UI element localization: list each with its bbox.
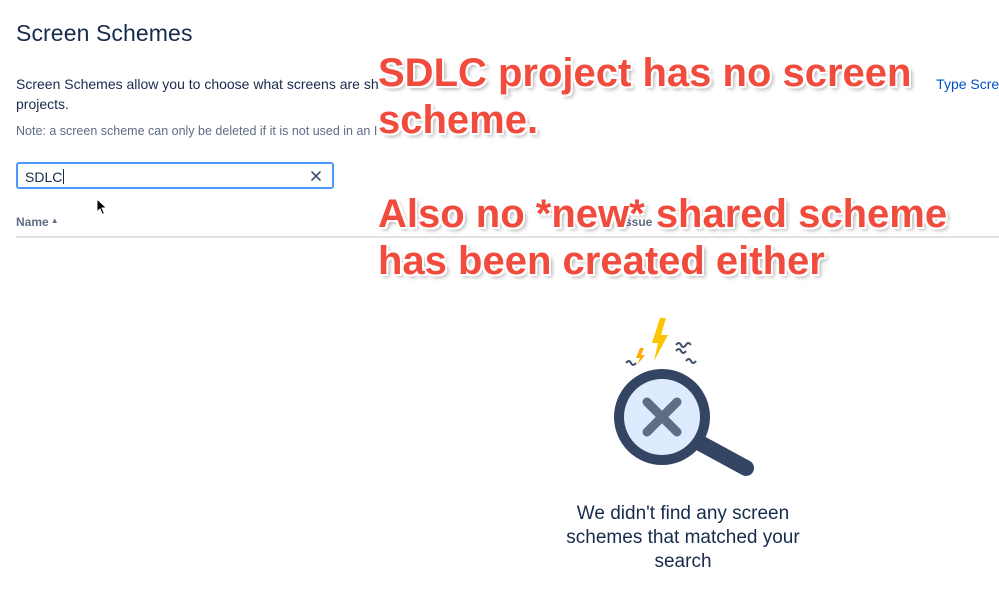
sort-ascending-icon: ▲ [50,216,59,225]
search-value: SDLC [25,169,63,185]
column-header-name[interactable]: Name ▲ [16,215,59,229]
annotation-no-screen-scheme: SDLC project has no screen scheme. [378,51,912,142]
magnifier-x-icon [614,318,754,476]
description-text: Screen Schemes allow you to choose what … [16,76,379,92]
empty-state-message: We didn't find any screen schemes that m… [566,503,800,572]
text-caret [63,169,65,184]
annotation-no-new-shared-scheme: Also no *new* shared scheme has been cre… [378,192,948,283]
search-input[interactable]: SDLC [25,169,65,185]
close-icon [311,171,321,181]
column-header-label: Name [16,215,49,229]
search-field[interactable]: SDLC [16,162,334,189]
mouse-pointer-icon [96,198,108,216]
clear-search-button[interactable] [306,166,326,186]
delete-note: Note: a screen scheme can only be delete… [16,124,378,138]
page-title: Screen Schemes [16,20,193,46]
